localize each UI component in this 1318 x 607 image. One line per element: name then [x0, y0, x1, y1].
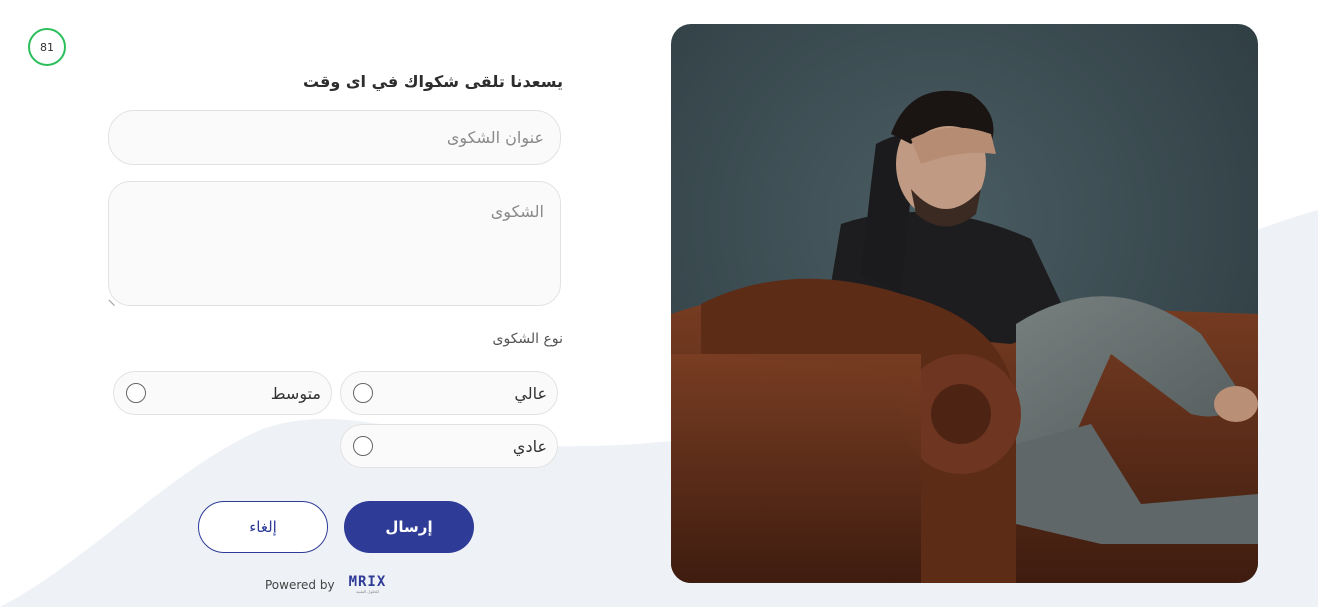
score-value: 81 — [40, 40, 54, 54]
powered-by-text: Powered by — [265, 577, 335, 592]
cancel-button[interactable]: إلغاء — [198, 501, 328, 553]
radio-circle-icon[interactable] — [353, 436, 373, 456]
radio-option-label: متوسط — [270, 383, 321, 403]
logo-subtext: للحلول التقنية — [356, 589, 379, 594]
radio-option-medium[interactable]: متوسط — [113, 371, 332, 415]
hero-photo — [671, 24, 1258, 583]
complaint-type-label: نوع الشكوى — [492, 331, 564, 347]
stressed-man-on-sofa-image — [671, 24, 1258, 583]
radio-option-normal[interactable]: عادي — [340, 424, 558, 468]
radio-option-high[interactable]: عالي — [340, 371, 558, 415]
radio-option-label: عادي — [512, 436, 547, 456]
powered-by: Powered by MRIX للحلول التقنية — [265, 575, 386, 594]
send-button[interactable]: إرسال — [344, 501, 474, 553]
radio-option-label: عالي — [514, 383, 547, 403]
form-heading: يسعدنا تلقى شكواك في اى وقت — [302, 72, 563, 91]
complaint-form: يسعدنا تلقى شكواك في اى وقت نوع الشكوى ع… — [108, 60, 563, 594]
logo-text: MRIX — [348, 574, 387, 590]
radio-circle-icon[interactable] — [353, 383, 373, 403]
complaint-title-input[interactable] — [108, 110, 561, 165]
complaint-textarea[interactable] — [108, 181, 561, 306]
score-badge: 81 — [28, 28, 66, 66]
mrix-logo[interactable]: MRIX للحلول التقنية — [349, 575, 387, 594]
radio-circle-icon[interactable] — [126, 383, 146, 403]
